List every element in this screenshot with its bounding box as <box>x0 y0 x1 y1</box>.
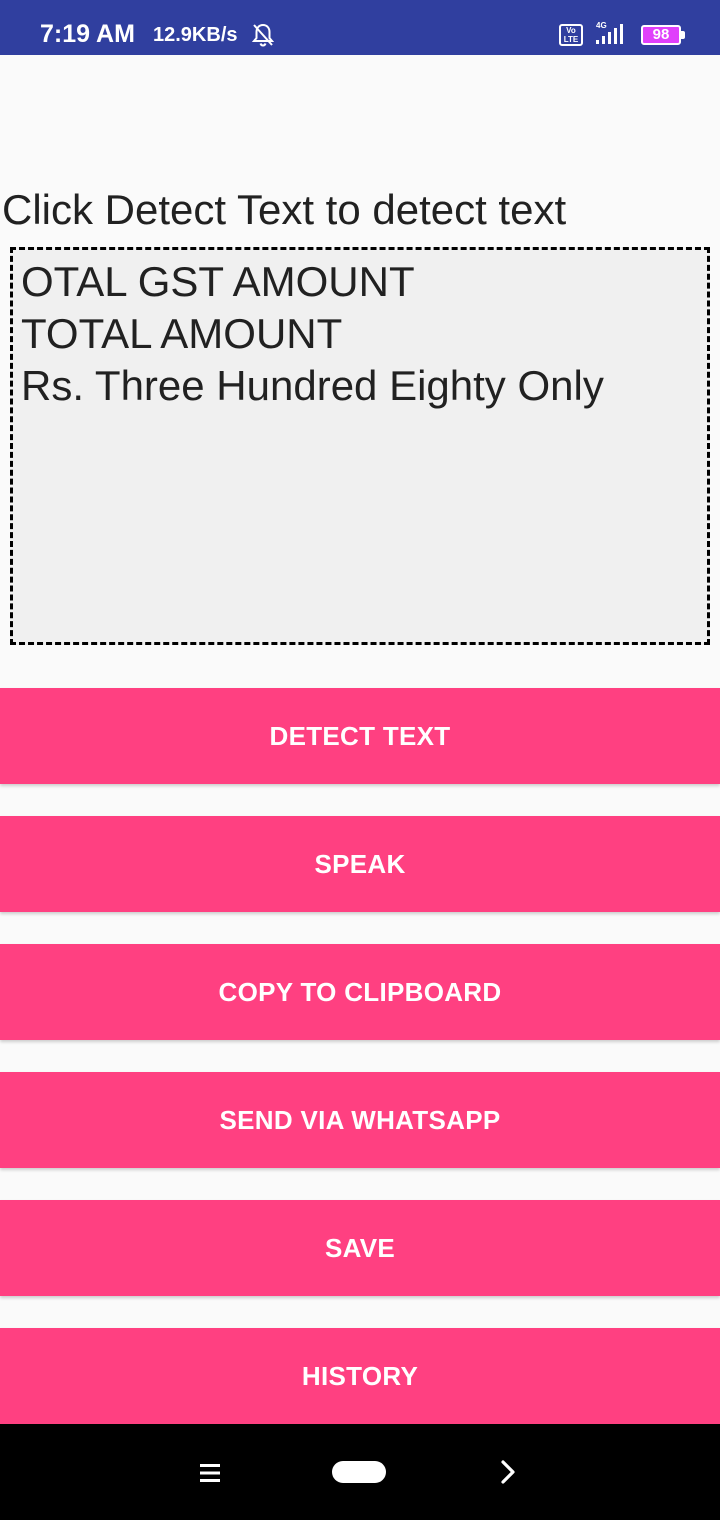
status-bar: 7:19 AM 12.9KB/s Vo LTE 4G 98 <box>0 0 720 55</box>
signal-icon: 4G <box>596 21 623 44</box>
svg-text:4G: 4G <box>596 21 607 30</box>
detected-line: OTAL GST AMOUNT <box>21 258 415 305</box>
detected-line: Rs. Three Hundred Eighty Only <box>21 362 604 409</box>
detected-text-box[interactable]: OTAL GST AMOUNT TOTAL AMOUNT Rs. Three H… <box>10 247 710 645</box>
status-time: 7:19 AM <box>40 20 135 48</box>
detected-line: TOTAL AMOUNT <box>21 310 343 357</box>
chevron-right-icon[interactable] <box>498 1459 518 1485</box>
battery-cap <box>681 31 685 39</box>
volte-icon: Vo LTE <box>559 24 583 46</box>
speak-button[interactable]: SPEAK <box>0 816 720 912</box>
save-button[interactable]: SAVE <box>0 1200 720 1296</box>
copy-to-clipboard-button[interactable]: COPY TO CLIPBOARD <box>0 944 720 1040</box>
instruction-text: Click Detect Text to detect text <box>2 186 567 233</box>
send-via-whatsapp-button[interactable]: SEND VIA WHATSAPP <box>0 1072 720 1168</box>
menu-icon[interactable] <box>200 1464 220 1482</box>
home-pill-icon[interactable] <box>332 1461 386 1483</box>
detect-text-button[interactable]: DETECT TEXT <box>0 688 720 784</box>
bell-off-icon <box>251 23 275 47</box>
battery-level: 98 <box>652 26 670 43</box>
history-button[interactable]: HISTORY <box>0 1328 720 1424</box>
network-speed: 12.9KB/s <box>153 24 238 46</box>
